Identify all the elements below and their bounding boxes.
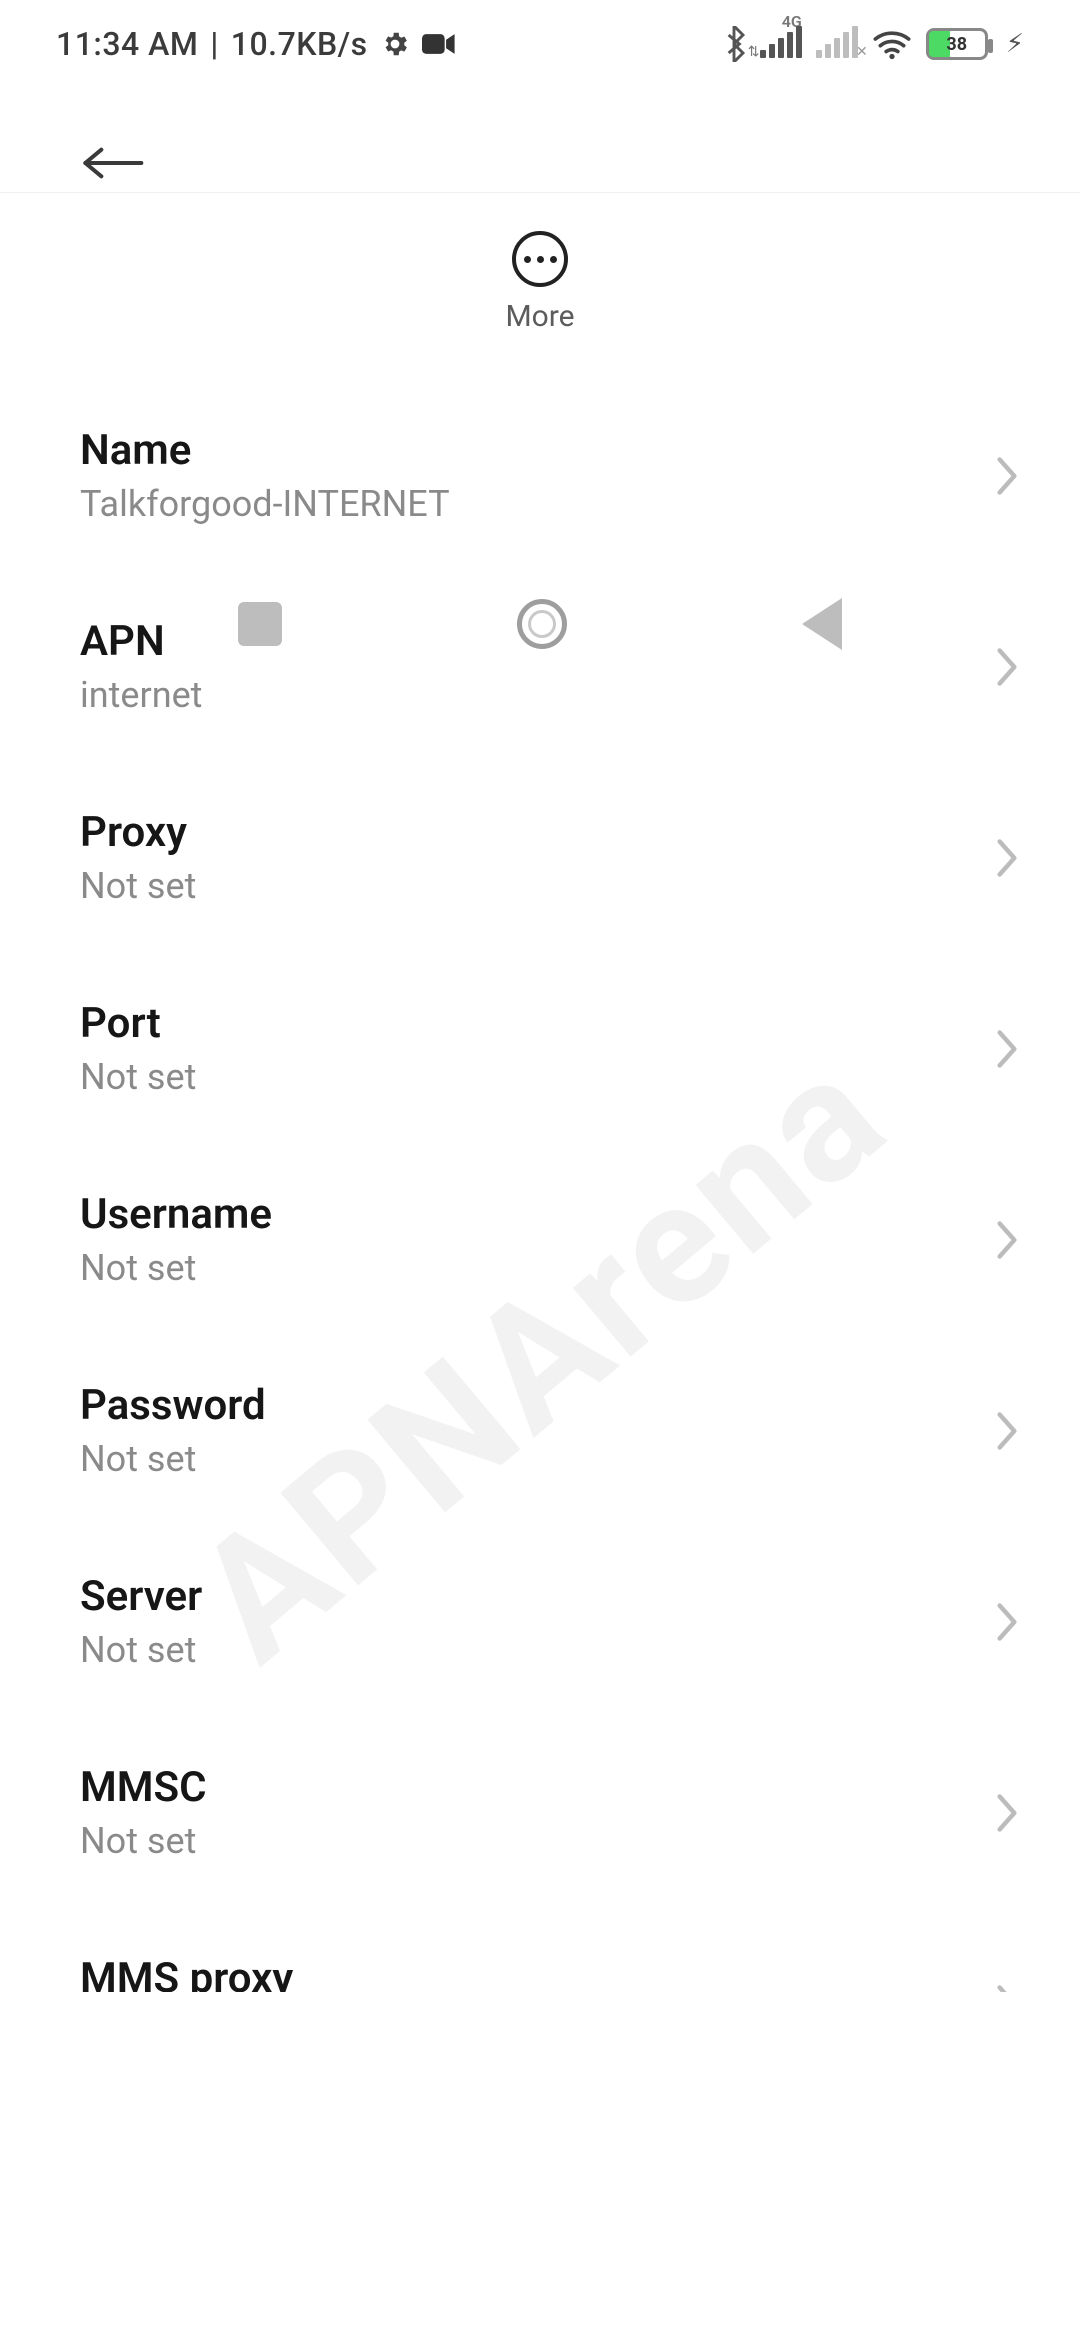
battery-icon: 38	[926, 28, 988, 60]
row-title: Server	[80, 1572, 202, 1621]
system-nav-bar	[0, 540, 1080, 708]
row-value: Not set	[80, 865, 196, 907]
row-title: MMS proxy	[80, 1954, 293, 1992]
row-title: Proxy	[80, 808, 196, 857]
video-icon	[422, 32, 456, 56]
chevron-right-icon	[994, 454, 1020, 498]
more-label: More	[505, 299, 574, 334]
row-value: Talkforgood-INTERNET	[80, 483, 450, 525]
chevron-right-icon	[994, 1600, 1020, 1644]
row-proxy[interactable]: Proxy Not set	[0, 762, 1080, 953]
nav-home-button[interactable]	[517, 599, 567, 649]
chevron-right-icon	[994, 1982, 1020, 1993]
status-bar: 11:34 AM | 10.7KB/s 4G ⇅ ✕ 38 ⚡︎	[0, 0, 1080, 88]
status-divider: |	[210, 25, 218, 63]
bluetooth-icon	[722, 26, 746, 62]
chevron-right-icon	[994, 1791, 1020, 1835]
row-value: Not set	[80, 1629, 202, 1671]
status-time: 11:34 AM	[56, 25, 198, 63]
row-value: Not set	[80, 1056, 196, 1098]
nav-recent-button[interactable]	[238, 602, 282, 646]
row-mms-proxy[interactable]: MMS proxy Not set	[0, 1908, 1080, 1992]
chevron-right-icon	[994, 836, 1020, 880]
bottom-toolbar: More	[0, 192, 1080, 372]
signal-1-icon: 4G ⇅	[760, 30, 802, 58]
row-title: Port	[80, 999, 196, 1048]
row-port[interactable]: Port Not set	[0, 953, 1080, 1144]
more-button[interactable]	[512, 231, 568, 287]
row-title: Name	[80, 426, 450, 475]
chevron-right-icon	[994, 1409, 1020, 1453]
row-title: Username	[80, 1190, 272, 1239]
row-title: Password	[80, 1381, 266, 1430]
gear-icon	[380, 29, 410, 59]
nav-back-button[interactable]	[802, 598, 842, 650]
chevron-right-icon	[994, 1027, 1020, 1071]
back-button[interactable]	[80, 143, 144, 183]
row-server[interactable]: Server Not set	[0, 1526, 1080, 1717]
row-username[interactable]: Username Not set	[0, 1144, 1080, 1335]
signal-2-icon: ✕	[816, 30, 858, 58]
row-value: Not set	[80, 1820, 207, 1862]
charging-icon: ⚡︎	[1006, 29, 1024, 59]
row-value: Not set	[80, 1438, 266, 1480]
wifi-icon	[872, 28, 912, 60]
chevron-right-icon	[994, 1218, 1020, 1262]
row-title: MMSC	[80, 1763, 207, 1812]
row-password[interactable]: Password Not set	[0, 1335, 1080, 1526]
row-mmsc[interactable]: MMSC Not set	[0, 1717, 1080, 1908]
row-value: Not set	[80, 1247, 272, 1289]
status-netspeed: 10.7KB/s	[231, 25, 368, 63]
